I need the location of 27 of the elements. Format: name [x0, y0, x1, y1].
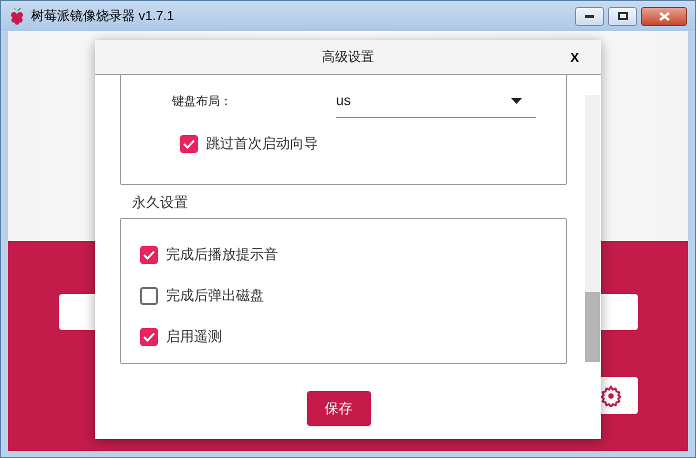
keyboard-select[interactable]: us [336, 84, 536, 118]
checkbox-label: 完成后播放提示音 [166, 245, 278, 264]
dropdown-icon [511, 98, 522, 104]
gear-icon [600, 384, 622, 406]
window-title: 树莓派镜像烧录器 v1.7.1 [31, 7, 174, 26]
check-icon [183, 138, 195, 148]
checkbox-label: 完成后弹出磁盘 [166, 286, 264, 305]
check-icon [143, 332, 155, 342]
maximize-button[interactable] [608, 6, 637, 26]
section-title: 永久设置 [132, 193, 189, 212]
field-label: 键盘布局： [172, 93, 233, 110]
checkbox[interactable] [140, 328, 158, 346]
checkbox-label: 启用遥测 [166, 327, 222, 346]
dialog-title: 高级设置 [322, 48, 374, 66]
close-button[interactable]: X [570, 48, 579, 68]
close-icon [658, 12, 670, 20]
checkbox[interactable] [140, 286, 158, 304]
checkbox-label: 跳过首次启动向导 [206, 134, 318, 153]
checkbox[interactable] [140, 246, 158, 264]
raspberry-icon [9, 7, 25, 25]
minimize-button[interactable] [575, 6, 604, 26]
close-button[interactable] [641, 6, 687, 26]
scrollbar[interactable] [585, 95, 600, 362]
scrollbar-thumb[interactable] [585, 292, 600, 362]
check-icon [143, 250, 155, 260]
save-button[interactable]: 保存 [306, 391, 370, 426]
checkbox[interactable] [180, 134, 198, 152]
